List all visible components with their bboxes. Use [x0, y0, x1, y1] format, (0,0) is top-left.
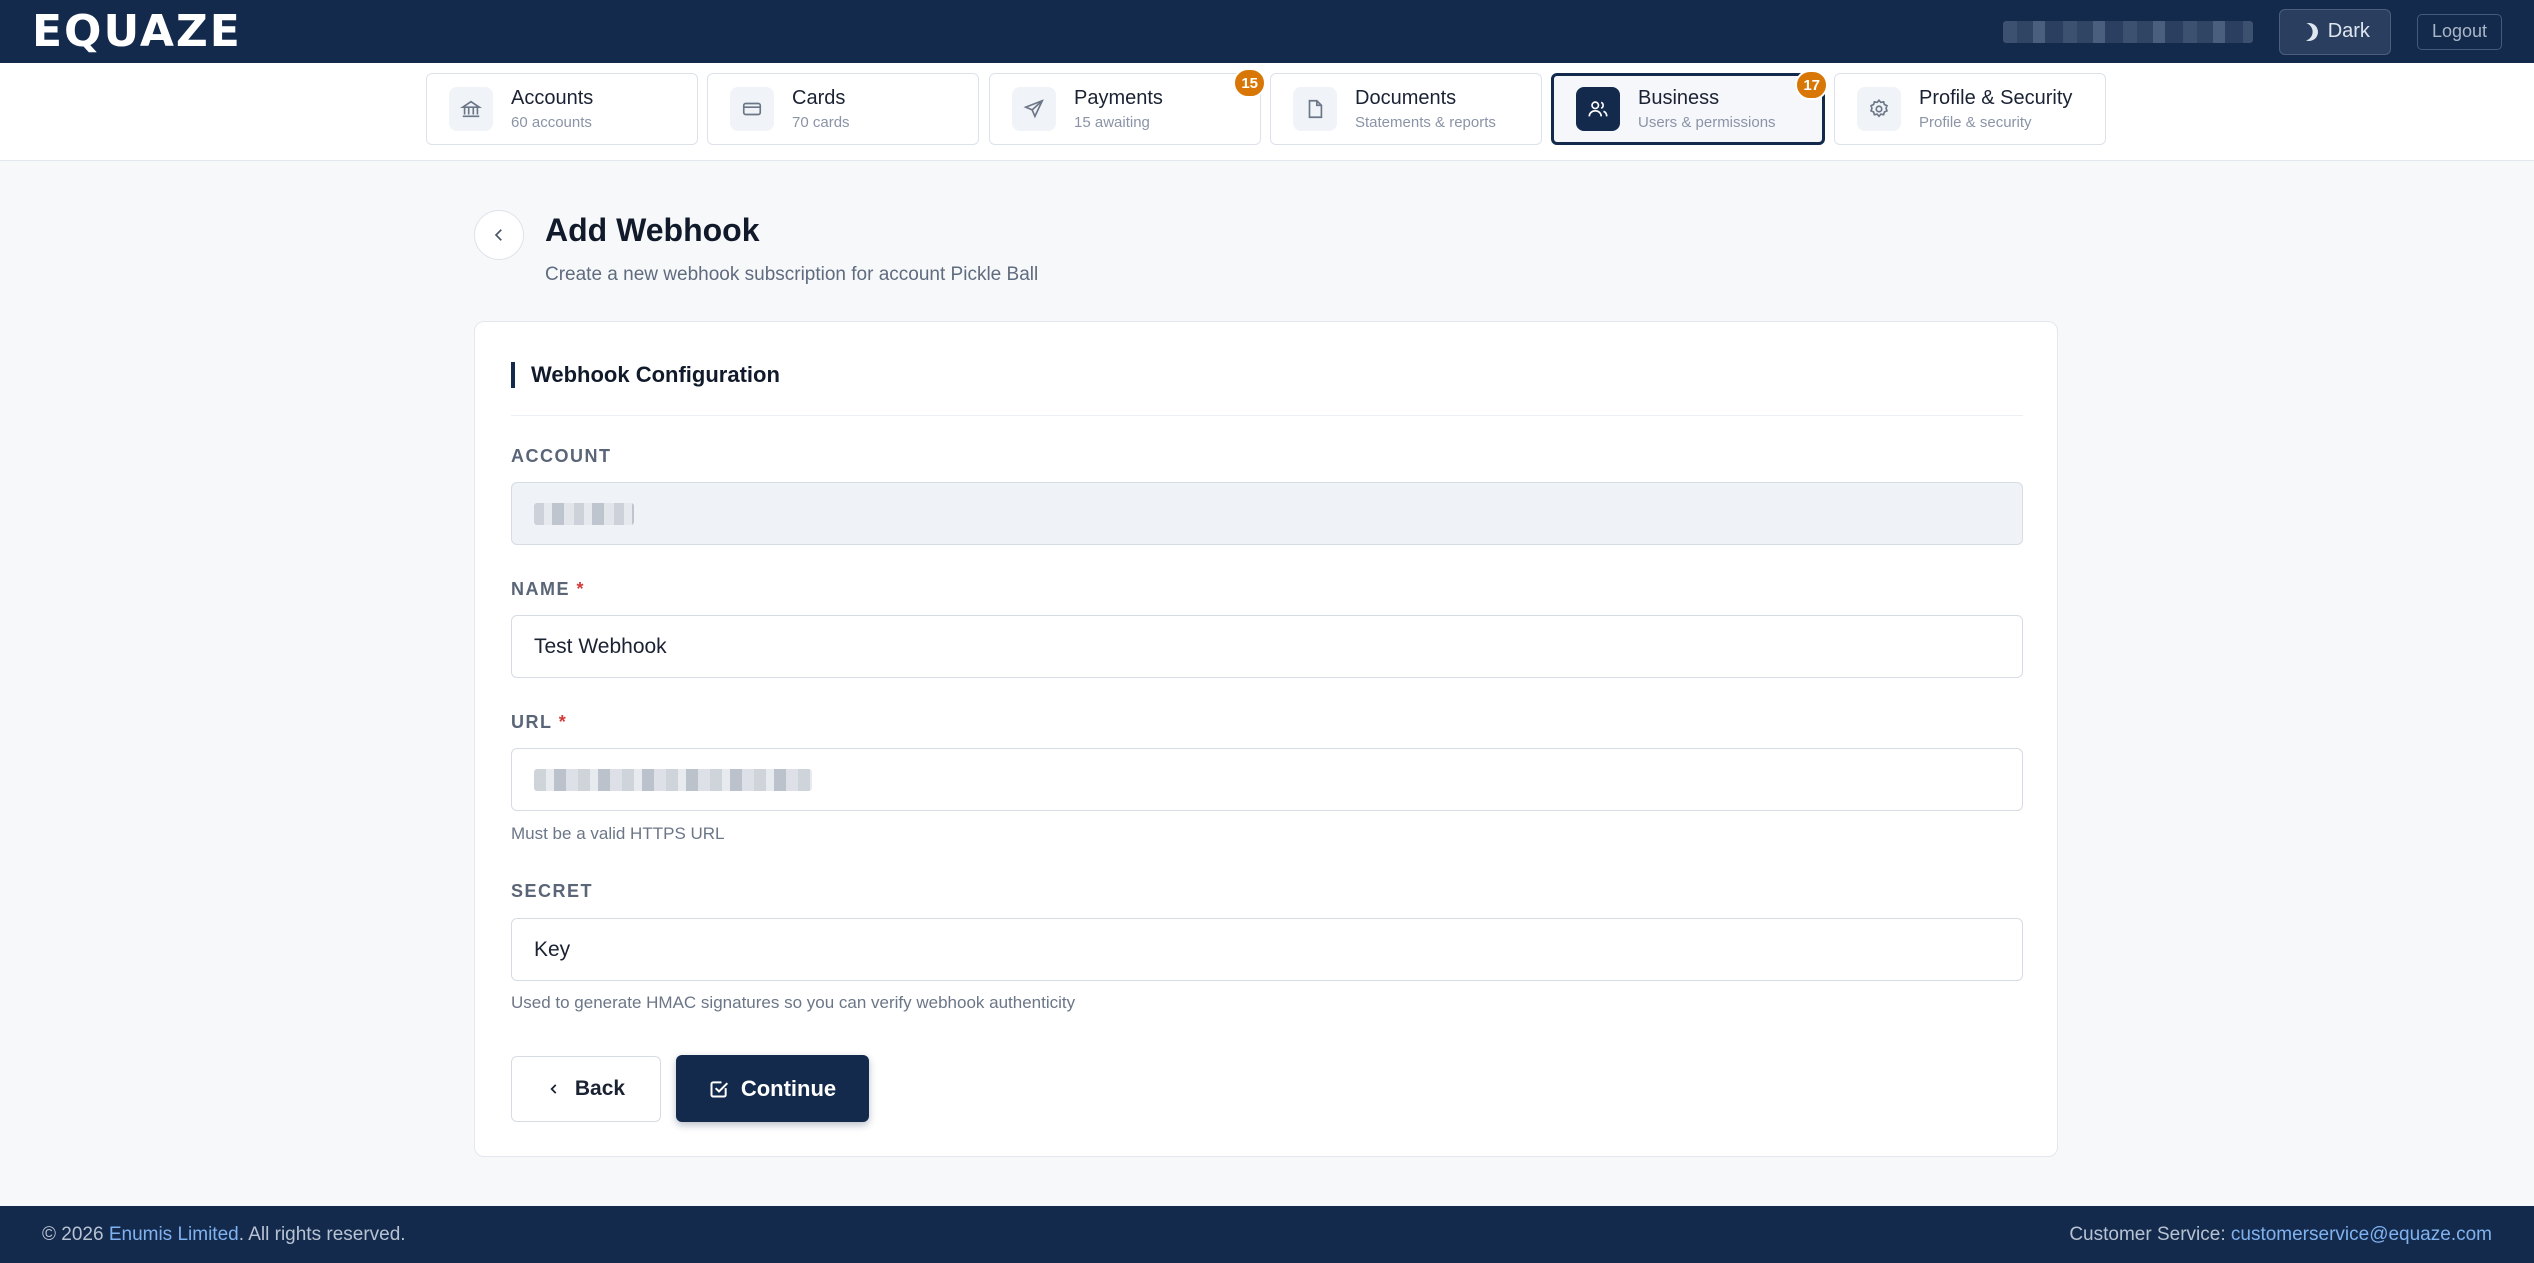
required-marker: * [576, 579, 586, 599]
account-field [511, 482, 2023, 545]
tab-cards[interactable]: Cards 70 cards [707, 73, 979, 145]
secret-input[interactable]: Key [511, 918, 2023, 981]
url-value-redacted [534, 768, 812, 791]
tab-profile-security[interactable]: Profile & Security Profile & security [1834, 73, 2106, 145]
page-title: Add Webhook [545, 212, 760, 248]
user-name-redacted [2002, 20, 2253, 43]
webhook-form-card: Webhook Configuration ACCOUNT NAME * Tes… [474, 321, 2058, 1157]
moon-icon [2297, 20, 2320, 43]
back-button-label: Back [574, 1077, 626, 1100]
tab-subtitle: Users & permissions [1638, 114, 1776, 131]
url-label-text: URL [511, 712, 553, 732]
tab-title: Documents [1355, 87, 1457, 109]
tab-subtitle: 60 accounts [511, 114, 592, 131]
section-divider [511, 415, 2023, 416]
equaze-logo[interactable]: EQUAZE [32, 6, 242, 57]
back-button[interactable]: Back [511, 1056, 661, 1122]
check-square-icon [710, 1080, 728, 1097]
tab-accounts[interactable]: Accounts 60 accounts [426, 73, 698, 145]
customer-service-label: Customer Service: [2069, 1223, 2231, 1245]
tab-subtitle: Statements & reports [1355, 114, 1496, 131]
chevron-left-icon [550, 1084, 557, 1094]
back-arrow-button[interactable] [474, 210, 524, 260]
tab-payments[interactable]: Payments 15 awaiting 15 [989, 68, 1266, 145]
tab-title: Cards [792, 87, 846, 109]
copyright-prefix: © 2026 [42, 1223, 109, 1245]
footer: © 2026 Enumis Limited. All rights reserv… [0, 1206, 2534, 1263]
chevron-left-icon [494, 229, 502, 241]
logout-button[interactable]: Logout [2416, 13, 2502, 50]
customer-service-email-link[interactable]: customerservice@equaze.com [2231, 1224, 2492, 1245]
main-nav: Accounts 60 accounts Cards 70 cards Paym… [0, 63, 2534, 161]
required-marker: * [558, 712, 568, 732]
tab-title: Business [1638, 87, 1720, 109]
section-title: Webhook Configuration [511, 362, 780, 388]
name-label: NAME * [511, 579, 585, 600]
secret-input-value: Key [534, 937, 571, 961]
account-label: ACCOUNT [511, 446, 612, 466]
theme-toggle-label: Dark [2327, 20, 2370, 42]
page-subtitle: Create a new webhook subscription for ac… [545, 264, 1039, 285]
send-icon [1012, 87, 1056, 131]
customer-service: Customer Service: customerservice@equaze… [2069, 1224, 2492, 1246]
secret-help-text: Used to generate HMAC signatures so you … [511, 993, 1076, 1012]
tab-documents[interactable]: Documents Statements & reports [1270, 73, 1542, 145]
tab-subtitle: 15 awaiting [1074, 114, 1150, 131]
payments-count-badge: 15 [1233, 68, 1266, 98]
header-actions: Dark Logout [2002, 8, 2502, 55]
document-icon [1293, 87, 1337, 131]
company-link[interactable]: Enumis Limited [109, 1224, 239, 1245]
continue-button-label: Continue [740, 1075, 837, 1101]
name-label-text: NAME [511, 579, 570, 599]
tab-business[interactable]: Business Users & permissions 17 [1551, 70, 1828, 145]
users-icon [1576, 87, 1620, 131]
secret-label: SECRET [511, 881, 594, 901]
tab-subtitle: Profile & security [1919, 114, 2032, 131]
tab-title: Profile & Security [1919, 87, 2073, 109]
url-label: URL * [511, 712, 567, 733]
name-input[interactable]: Test Webhook [511, 615, 2023, 678]
url-input[interactable] [511, 748, 2023, 811]
gear-icon [1857, 87, 1901, 131]
card-icon [730, 87, 774, 131]
continue-button[interactable]: Continue [676, 1055, 869, 1122]
business-count-badge: 17 [1795, 70, 1828, 100]
copyright-suffix: . All rights reserved. [238, 1223, 406, 1245]
url-help-text: Must be a valid HTTPS URL [511, 824, 725, 843]
bank-icon [449, 87, 493, 131]
account-value-redacted [534, 502, 634, 525]
tab-title: Payments [1074, 87, 1163, 109]
theme-toggle-button[interactable]: Dark [2278, 8, 2391, 55]
name-input-value: Test Webhook [534, 634, 667, 658]
copyright: © 2026 Enumis Limited. All rights reserv… [42, 1224, 406, 1246]
tab-title: Accounts [511, 87, 594, 109]
tab-subtitle: 70 cards [792, 114, 850, 131]
top-header: EQUAZE Dark Logout [0, 0, 2534, 63]
